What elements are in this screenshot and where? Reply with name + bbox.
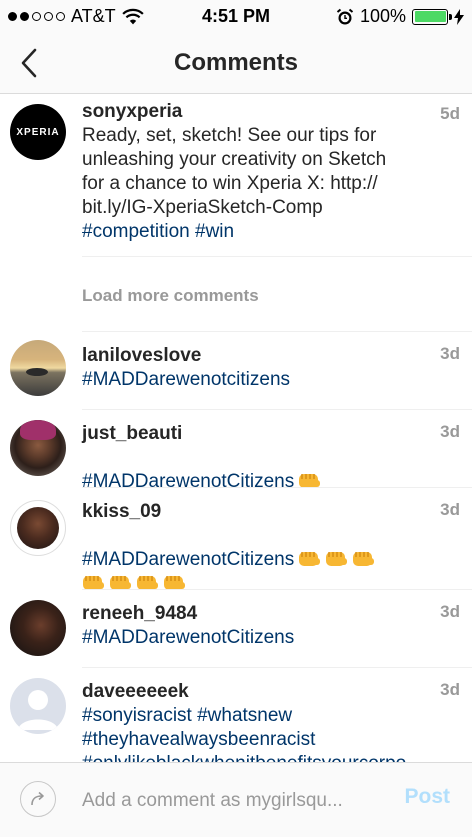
comment-time: 5d [440,104,460,123]
comment-time: 3d [440,500,460,519]
comment-body: kkiss_09 #MADDarewenotCitizens [82,500,412,596]
comment-time: 3d [440,344,460,363]
emoji-line [82,572,412,596]
comment-text[interactable]: #MADDarewenotCitizens [82,471,294,492]
caption-text: Ready, set, sketch! See our tips for unl… [82,125,387,218]
comment-time: 3d [440,602,460,621]
page-title: Comments [173,49,299,76]
share-arrow-icon [31,791,44,806]
avatar-logo-text: XPERIA [16,126,60,138]
comment-text[interactable]: #MADDarewenotCitizens [82,549,294,570]
comment-text[interactable]: #sonyisracist #whatsnew #theyhavealwaysb… [82,704,412,762]
battery-percent: 100% [359,6,406,26]
avatar[interactable] [10,600,66,656]
comment-item: laniloveslove #MADDarewenotcitizens 3d [0,340,472,410]
comment-input[interactable] [82,787,382,815]
alarm-icon [336,8,354,24]
comment-body: just_beauti #MADDarewenotCitizens [82,422,412,494]
username[interactable]: sonyxperia [82,100,412,124]
fist-bump-emoji-icon [299,552,321,566]
default-user-icon [18,690,58,730]
comment-text[interactable]: #MADDarewenotcitizens [82,368,412,392]
status-right: 100% [336,6,464,27]
divider [82,667,472,668]
username[interactable]: just_beauti [82,422,412,446]
comment-time: 3d [440,680,460,699]
battery-icon [412,8,452,25]
status-bar: AT&T 4:51 PM 100% [0,0,472,32]
username[interactable]: kkiss_09 [82,500,412,524]
fist-bump-emoji-icon [326,552,348,566]
post-button[interactable]: Post [404,785,450,809]
comment-body: daveeeeeek #sonyisracist #whatsnew #they… [82,680,412,762]
divider [82,256,472,257]
avatar[interactable] [10,500,66,556]
comment-text[interactable]: #MADDarewenotCitizens [82,626,412,650]
comment-item: kkiss_09 #MADDarewenotCitizens 3d [0,496,472,590]
avatar[interactable] [10,340,66,396]
divider [82,331,472,332]
comment-body: laniloveslove #MADDarewenotcitizens [82,344,412,392]
comment-text-line: #MADDarewenotCitizens [82,524,412,572]
charging-bolt-icon [454,8,464,25]
caption-comment: XPERIA sonyxperia Ready, set, sketch! Se… [0,100,472,260]
avatar[interactable] [10,678,66,734]
caption-body: sonyxperia Ready, set, sketch! See our t… [82,100,412,244]
username[interactable]: laniloveslove [82,344,412,368]
divider [82,589,472,590]
caption-hashtags[interactable]: #competition #win [82,220,412,244]
avatar[interactable]: XPERIA [10,104,66,160]
comment-item: reneeh_9484 #MADDarewenotCitizens 3d [0,598,472,668]
comment-body: reneeh_9484 #MADDarewenotCitizens [82,602,412,650]
avatar[interactable] [10,420,66,476]
username[interactable]: reneeh_9484 [82,602,412,626]
load-more-comments-button[interactable]: Load more comments [82,286,259,306]
comment-item: just_beauti #MADDarewenotCitizens 3d [0,418,472,492]
comment-item: daveeeeeek #sonyisracist #whatsnew #they… [0,676,472,762]
nav-bar: Comments [0,32,472,94]
share-button[interactable] [20,781,56,817]
divider [82,487,472,488]
username[interactable]: daveeeeeek [82,680,412,704]
divider [82,409,472,410]
fist-bump-emoji-icon [353,552,375,566]
comment-time: 3d [440,422,460,441]
comment-input-bar: Post [0,762,472,837]
